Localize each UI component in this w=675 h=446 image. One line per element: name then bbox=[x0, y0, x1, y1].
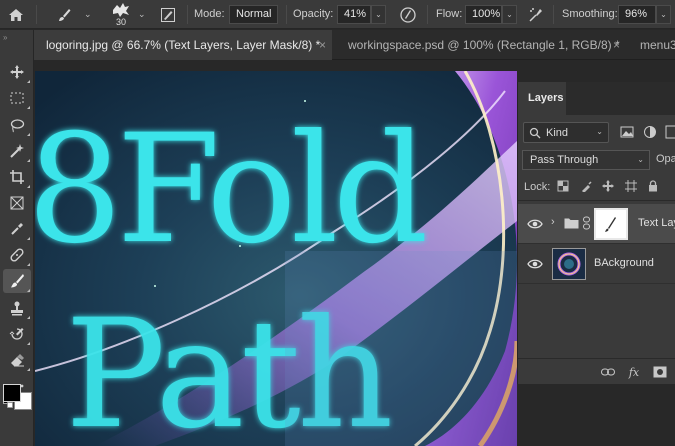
flow-label: Flow: bbox=[436, 8, 463, 20]
history-brush-tool-icon[interactable] bbox=[3, 322, 31, 346]
layer-name[interactable]: Text Layers bbox=[638, 217, 675, 229]
ring-artwork-thumbnail bbox=[553, 249, 585, 279]
home-icon[interactable] bbox=[6, 5, 26, 25]
layer-opacity-label: Opa bbox=[656, 153, 675, 165]
layer-row-background[interactable]: BAckground bbox=[518, 244, 675, 284]
clone-stamp-tool-icon[interactable] bbox=[3, 296, 31, 320]
pressure-opacity-icon[interactable] bbox=[398, 5, 418, 25]
tab-layers[interactable]: Layers bbox=[518, 82, 566, 115]
lasso-tool-icon[interactable] bbox=[3, 113, 31, 137]
flow-dropdown-chevron-icon[interactable]: ⌄ bbox=[502, 5, 517, 24]
smoothing-label: Smoothing: bbox=[562, 8, 618, 20]
opacity-dropdown-chevron-icon[interactable]: ⌄ bbox=[371, 5, 386, 24]
mode-label: Mode: bbox=[194, 8, 225, 20]
document-tab-logoring[interactable]: logoring.jpg @ 66.7% (Text Layers, Layer… bbox=[34, 30, 332, 60]
eraser-tool-icon[interactable] bbox=[3, 348, 31, 372]
filter-kind-label: Kind bbox=[546, 127, 569, 139]
folder-icon bbox=[564, 218, 579, 229]
brush-tool-icon[interactable] bbox=[3, 269, 31, 293]
close-icon[interactable]: × bbox=[319, 30, 326, 60]
filter-type-icon[interactable] bbox=[665, 125, 675, 139]
filter-adjustment-icon[interactable] bbox=[643, 125, 657, 139]
expand-group-chevron-icon[interactable]: › bbox=[551, 216, 555, 228]
layer-row-text-layers[interactable]: › Text Layers bbox=[518, 204, 675, 244]
lock-image-pixels-icon[interactable] bbox=[579, 179, 593, 193]
opacity-input[interactable]: 41% bbox=[337, 5, 371, 24]
crop-tool-icon[interactable] bbox=[3, 165, 31, 189]
tab-title: menu3 bbox=[640, 38, 675, 52]
layer-thumbnail[interactable] bbox=[552, 248, 586, 280]
lock-label: Lock: bbox=[524, 181, 551, 193]
options-bar: ⌄ 30 ⌄ Mode: Normal Opacity: 41% ⌄ Flow:… bbox=[0, 0, 675, 29]
artwork-title-line1: 8Fold bbox=[35, 103, 425, 277]
document-canvas[interactable]: 8Fold Path bbox=[35, 71, 517, 446]
brush-settings-icon[interactable] bbox=[158, 5, 178, 25]
move-tool-icon[interactable] bbox=[3, 60, 31, 84]
lock-position-icon[interactable] bbox=[601, 179, 615, 193]
mask-link-icon[interactable] bbox=[582, 216, 591, 230]
lock-transparent-pixels-icon[interactable] bbox=[556, 179, 570, 193]
pasteboard bbox=[35, 61, 675, 71]
blend-mode-select[interactable]: Pass Through ⌄ bbox=[522, 150, 650, 170]
layers-panel-footer: fx bbox=[518, 358, 675, 384]
chevron-down-icon[interactable]: ⌄ bbox=[84, 9, 92, 20]
chevron-down-icon: ⌄ bbox=[596, 127, 603, 136]
panel-grip-icon[interactable]: » bbox=[3, 33, 8, 42]
eyedropper-tool-icon[interactable] bbox=[3, 217, 31, 241]
fx-label: fx bbox=[628, 365, 640, 379]
document-tab-bar: logoring.jpg @ 66.7% (Text Layers, Layer… bbox=[0, 30, 675, 60]
mask-icon[interactable] bbox=[652, 364, 668, 380]
canvas-artwork: 8Fold Path bbox=[35, 71, 517, 446]
flow-input[interactable]: 100% bbox=[465, 5, 502, 24]
chevron-down-icon: ⌄ bbox=[637, 155, 644, 164]
lock-all-icon[interactable] bbox=[646, 179, 660, 193]
opacity-label: Opacity: bbox=[293, 8, 334, 20]
document-tab-menu3[interactable]: menu3 bbox=[628, 30, 675, 60]
smoothing-input[interactable]: 96% bbox=[618, 5, 656, 24]
smoothing-dropdown-chevron-icon[interactable]: ⌄ bbox=[656, 5, 671, 24]
close-icon[interactable]: × bbox=[613, 30, 620, 60]
tab-title: workingspace.psd @ 100% (Rectangle 1, RG… bbox=[348, 38, 620, 52]
chevron-down-icon[interactable]: ⌄ bbox=[138, 9, 146, 20]
brush-size-value: 30 bbox=[116, 17, 127, 27]
fx-icon[interactable]: fx bbox=[626, 364, 642, 380]
lock-artboard-icon[interactable] bbox=[624, 179, 638, 193]
panel-divider bbox=[518, 200, 675, 201]
layer-mask-thumbnail[interactable] bbox=[594, 208, 628, 240]
tab-title: logoring.jpg @ 66.7% (Text Layers, Layer… bbox=[46, 38, 321, 52]
healing-brush-tool-icon[interactable] bbox=[3, 243, 31, 267]
brush-preset-icon[interactable] bbox=[54, 5, 74, 25]
mode-select[interactable]: Normal bbox=[229, 5, 278, 24]
layer-name[interactable]: BAckground bbox=[594, 257, 654, 269]
marquee-tool-icon[interactable] bbox=[3, 86, 31, 110]
layer-filter-select[interactable]: Kind ⌄ bbox=[523, 122, 609, 143]
search-icon bbox=[529, 127, 541, 139]
visibility-eye-icon[interactable] bbox=[527, 256, 543, 272]
document-tab-workingspace[interactable]: workingspace.psd @ 100% (Rectangle 1, RG… bbox=[336, 30, 628, 60]
layers-panel: Layers Kind ⌄ Pass Through ⌄ Opa Lock: › bbox=[517, 82, 675, 384]
foreground-color-swatch[interactable] bbox=[3, 384, 21, 402]
brush-stroke-icon bbox=[605, 217, 616, 232]
frame-tool-icon[interactable] bbox=[3, 191, 31, 215]
link-icon[interactable] bbox=[600, 364, 616, 380]
filter-pixel-icon[interactable] bbox=[620, 126, 634, 138]
magic-wand-tool-icon[interactable] bbox=[3, 139, 31, 163]
airbrush-icon[interactable] bbox=[526, 5, 546, 25]
blend-mode-value: Pass Through bbox=[530, 154, 599, 166]
visibility-eye-icon[interactable] bbox=[527, 216, 543, 232]
layers-panel-tab-bar: Layers bbox=[518, 82, 675, 115]
